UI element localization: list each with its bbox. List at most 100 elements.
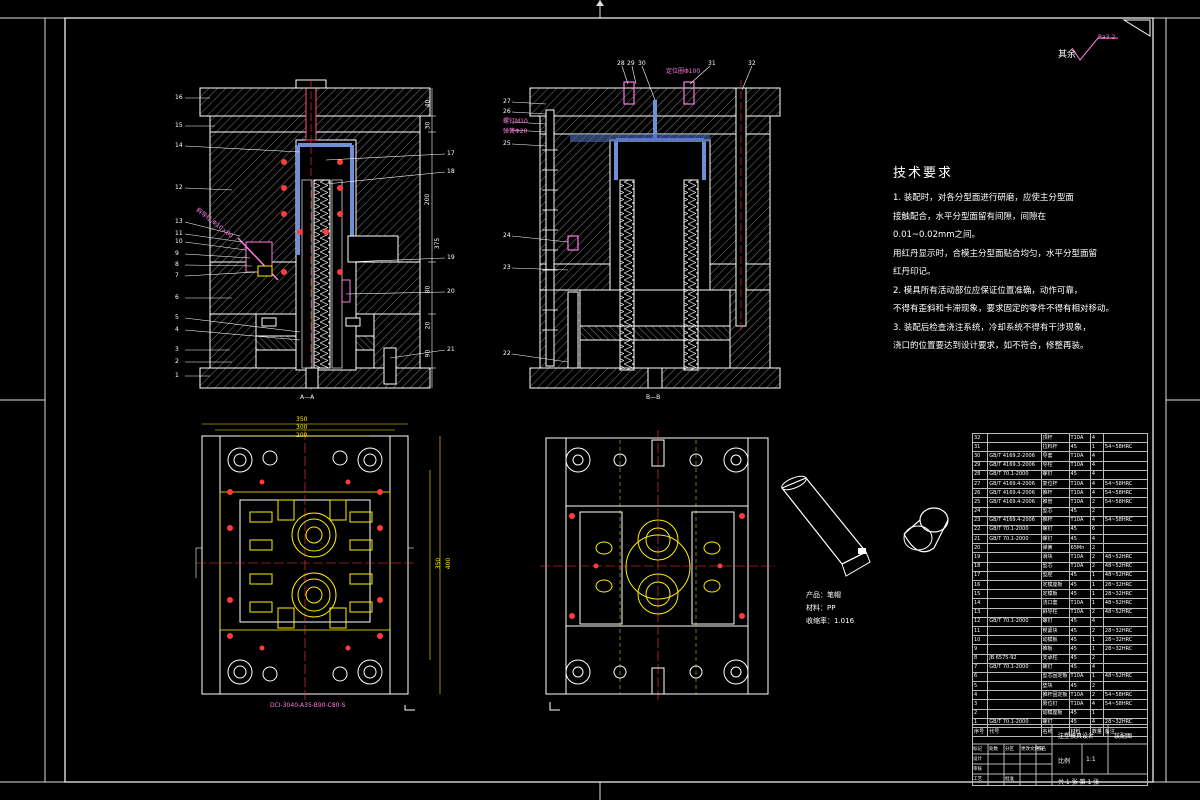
dim-text: 400 [445,557,453,570]
bom-cell: T10A [1068,432,1091,444]
part-number: 19 [447,254,455,261]
bom-row: 14 浇口套 T10A 1 48~52HRC [971,598,1149,609]
tb-field: 审核 [973,767,982,772]
bom-cell: 1 [1089,598,1104,609]
bom-cell [1102,681,1149,692]
bom-cell: T10A [1068,598,1091,609]
bom-cell: 28~32HRC [1102,589,1149,600]
bom-cell [1102,469,1149,480]
bom-cell: 31 [971,442,989,453]
bom-cell: GB/T 4169.4-2006 [987,488,1042,499]
tech-line: 用红丹显示时，合模主分型面贴合均匀，水平分型面留 [893,248,1098,259]
bom-row: 6 型芯固定板 T10A 1 48~52HRC [971,671,1149,683]
bom-row: 25 GB/T 4169.4-2006 推管 T10A 2 54~58HRC [971,497,1149,508]
bom-cell: 54~58HRC [1102,488,1149,499]
bom-cell: 2 [1089,561,1104,572]
bom-row: 17 型腔 45 1 48~52HRC [971,570,1149,582]
bom-cell: T10A [1068,451,1091,462]
bom-cell: 型腔 [1040,570,1070,582]
bom-cell: 螺钉 [1040,662,1070,673]
part-number: 28 [617,60,625,67]
bom-row: 12 GB/T 70.1-2000 螺钉 45 4 [971,616,1149,627]
bom-row: 28 GB/T 70.1-2000 螺钉 45 4 [971,469,1149,480]
roughness-label: 其余 [1058,50,1077,60]
bom-cell: 16 [971,579,989,591]
bom-cell: 28 [971,469,989,480]
bom-cell: 4 [1089,699,1104,710]
bom-cell: 45 [1068,534,1091,545]
bom-cell: 弹簧 [1040,543,1070,554]
bom-cell: 1 [1089,671,1104,683]
bom-cell: 1 [1089,708,1104,719]
bom-cell: 2 [1089,543,1104,554]
bom-cell: 定模板 [1040,589,1070,600]
part-number: 8 [175,261,179,268]
bom-cell: 支承柱 [1040,653,1070,664]
bom-cell: 螺钉 [1040,469,1070,480]
tech-line: 1. 装配时，对各分型面进行研磨，应使主分型面 [893,193,1074,203]
dim-text: 30 [424,121,432,130]
bom-cell: 17 [971,570,989,582]
part-number: 1 [175,372,179,379]
scale-value: 1:1 [1086,756,1096,763]
bom-cell: 螺钉 [1040,534,1070,545]
bom-cell: 2 [1089,653,1104,664]
bom-cell: 54~58HRC [1102,478,1149,490]
design-title: 注塑模具设计 [1058,733,1095,740]
bom-cell: GB/T 4169.4-2006 [987,478,1042,490]
bom-cell: 2 [1089,625,1104,637]
bom-cell: T10A [1068,607,1091,618]
bom-cell: 28~32HRC [1102,625,1149,637]
bom-cell: 1 [1089,579,1104,591]
bom-cell: 动模座板 [1040,708,1070,719]
bom-cell: 4 [1089,432,1104,444]
bom-row: 5 垫块 45 2 [971,681,1149,692]
bom-row: 32 顶杆 T10A 4 [971,432,1149,444]
bom-cell: 顶杆 [1040,432,1070,444]
section-b-b [511,65,781,389]
bom-cell: 54~58HRC [1102,497,1149,508]
tech-line: 0.01~0.02mm之间。 [893,230,981,240]
bom-cell: GB/T 70.1-2000 [987,534,1042,545]
bom-cell: 限位钉 [1040,699,1070,710]
bom-cell: 45 [1068,644,1091,655]
bom-cell: T10A [1068,671,1091,683]
bom-cell: 28~32HRC [1102,579,1149,591]
bom-cell: 垫块 [1040,681,1070,692]
bom-row: 19 滑块 T10A 2 48~52HRC [971,552,1149,563]
bom-cell: GB/T 70.1-2000 [987,469,1042,480]
bom-cell: 30 [971,451,989,462]
bom-cell: 11 [971,625,989,637]
dim-text: 90 [424,349,432,358]
bom-cell: T10A [1068,690,1091,701]
bom-cell: 斜导柱 [1040,607,1070,618]
bom-cell: GB/T 70.1-2000 [987,524,1042,536]
bom-cell: 2 [1089,552,1104,563]
bom-cell: 推管 [1040,497,1070,508]
bom-cell: GB/T 70.1-2000 [987,616,1042,627]
bom-cell [987,625,1042,637]
roughness-value: Ra3.2 [1098,34,1116,41]
bom-cell: 45 [1068,635,1091,646]
bom-cell: 螺钉 [1040,616,1070,627]
bom-cell [987,607,1042,618]
bom-cell: 1 [1089,570,1104,582]
bom-cell: 4 [1089,469,1104,480]
bom-cell: 6 [971,671,989,683]
bom-cell: 13 [971,607,989,618]
bom-cell: T10A [1068,478,1091,490]
dim-text: 200 [296,432,308,439]
bom-cell: 8 [971,653,989,664]
bom-row: 2 动模座板 45 1 [971,708,1149,719]
tech-line: 浇口的位置要达到设计要求，如不符合，修整再装。 [893,341,1089,351]
bom-cell: 型芯 [1040,561,1070,572]
bom-cell: 45 [1068,506,1091,517]
dim-text: 350 [435,557,443,570]
bom-cell [987,442,1042,453]
bom-row: 27 GB/T 4169.4-2006 复位杆 T10A 4 54~58HRC [971,478,1149,490]
bom-cell [1102,662,1149,673]
bom-cell: 48~52HRC [1102,570,1149,582]
bom-cell: 54~58HRC [1102,699,1149,710]
bom-cell: 2 [1089,506,1104,517]
bom-row: 21 GB/T 70.1-2000 螺钉 45 4 [971,534,1149,545]
